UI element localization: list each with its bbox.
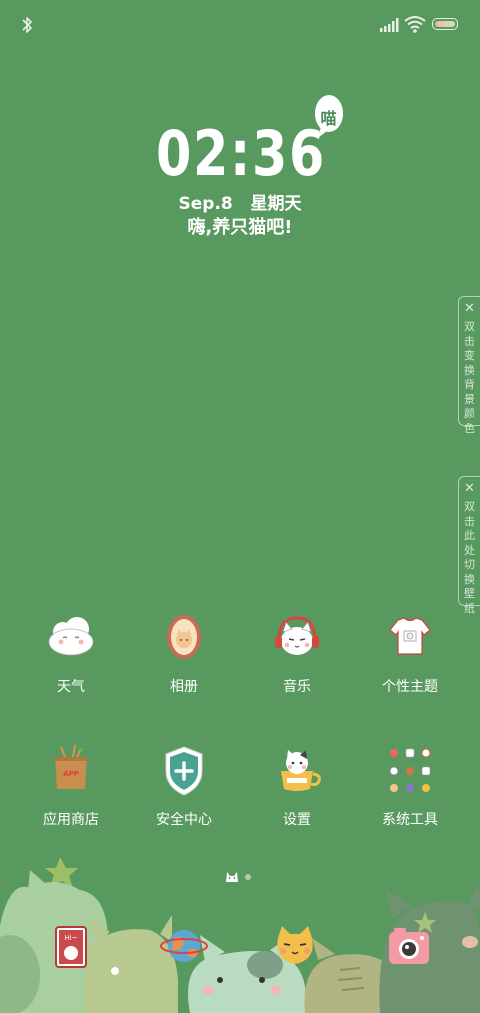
app-security[interactable]: 安全中心 (129, 741, 239, 829)
app-label: 个性主题 (382, 679, 438, 695)
camera-icon[interactable] (386, 924, 432, 968)
side-tab-label: 双击变换背景颜色 (464, 320, 475, 435)
cat-mug-icon (281, 750, 321, 791)
shield-plus-icon (165, 746, 203, 796)
status-bar (0, 0, 480, 50)
battery-icon (432, 18, 458, 30)
app-label: 音乐 (283, 679, 311, 695)
tools-grid-icon (389, 748, 431, 792)
hi-card-icon[interactable]: Hi~ (52, 925, 90, 969)
app-themes[interactable]: 个性主题 (355, 608, 465, 696)
app-weather[interactable]: 天气 (16, 608, 126, 696)
app-label: 天气 (57, 679, 85, 695)
headphone-cat-icon (275, 616, 319, 655)
yellow-cat-icon[interactable] (272, 924, 318, 968)
clock-date: Sep.8 星期天 (178, 194, 302, 214)
close-icon[interactable]: ✕ (459, 481, 480, 496)
side-tab-background-color[interactable]: ✕ 双击变换背景颜色 (458, 296, 480, 435)
svg-text:Hi~: Hi~ (64, 934, 77, 942)
app-tools[interactable]: 系统工具 (355, 741, 465, 829)
cat-frame-icon (167, 615, 201, 659)
cloud-cat-icon (48, 617, 94, 656)
clock-time: 02:36 (155, 117, 327, 190)
app-settings[interactable]: 设置 (242, 741, 352, 829)
close-icon[interactable]: ✕ (459, 301, 480, 316)
signal-icon (380, 18, 399, 32)
app-music[interactable]: 音乐 (242, 608, 352, 696)
tshirt-icon (389, 617, 431, 655)
app-label: 安全中心 (156, 812, 212, 828)
side-tab-label: 双击此处切换壁纸 (464, 500, 475, 615)
side-tab-switch-wallpaper[interactable]: ✕ 双击此处切换壁纸 (458, 476, 480, 615)
shopping-bag-icon: APP (55, 744, 87, 789)
app-gallery[interactable]: 相册 (129, 608, 239, 696)
app-label: 相册 (170, 679, 198, 695)
app-store[interactable]: APP 应用商店 (16, 741, 126, 829)
svg-text:APP: APP (63, 770, 79, 778)
globe-icon[interactable] (160, 924, 208, 968)
clock-tagline: 嗨,养只猫吧! (187, 217, 293, 238)
app-label: 应用商店 (43, 812, 99, 828)
app-label: 设置 (283, 812, 311, 828)
app-label: 系统工具 (382, 812, 438, 828)
wifi-icon (404, 16, 426, 33)
bluetooth-icon (22, 17, 32, 33)
